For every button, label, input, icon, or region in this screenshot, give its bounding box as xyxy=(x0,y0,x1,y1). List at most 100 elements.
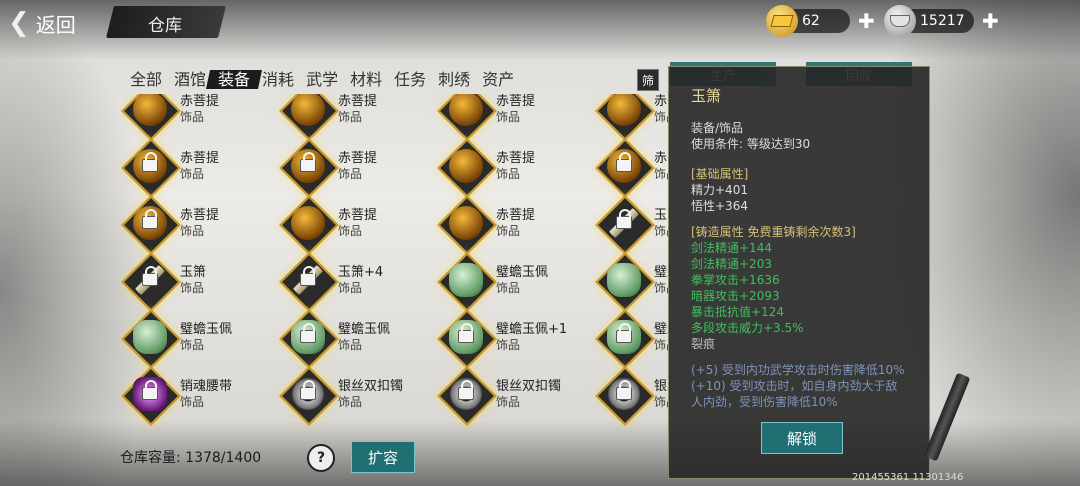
item-slot[interactable]: 银丝双扣镯饰品 xyxy=(278,366,428,426)
item-type: 饰品 xyxy=(180,395,205,409)
jade-item-icon xyxy=(133,320,167,354)
amber-item-icon xyxy=(449,206,483,240)
amber-item-icon xyxy=(449,149,483,183)
lock-icon xyxy=(142,380,158,400)
item-name: 赤菩提 xyxy=(496,208,536,223)
item-slot[interactable]: 银丝双扣镯饰品 xyxy=(436,366,586,426)
item-slot[interactable]: 赤菩提饰品 xyxy=(436,195,586,255)
item-name: 销魂腰带 xyxy=(180,379,233,394)
item-type: 饰品 xyxy=(496,167,521,181)
detail-requirement: 使用条件: 等级达到30 xyxy=(691,137,811,151)
lock-icon xyxy=(616,323,632,343)
item-type: 饰品 xyxy=(496,224,521,238)
tab-item[interactable]: 任务 xyxy=(388,66,432,90)
category-tabs: 全部 酒馆 装备 消耗 武学 材料 任务 刺绣 资产 xyxy=(124,66,520,90)
filter-button[interactable]: 筛 xyxy=(637,69,659,91)
expand-capacity-button[interactable]: 扩容 xyxy=(351,441,415,473)
tab-label: 消耗 xyxy=(262,70,295,89)
item-name: 赤菩提 xyxy=(338,151,378,166)
item-name: 璧蟾玉佩 xyxy=(338,322,391,337)
lock-icon xyxy=(300,266,316,286)
item-type: 饰品 xyxy=(180,110,205,124)
capacity-label: 仓库容量: xyxy=(120,450,181,466)
item-slot[interactable]: 赤菩提饰品 xyxy=(436,94,586,141)
detail-category: 装备/饰品 xyxy=(691,121,744,135)
tab-item[interactable]: 全部 xyxy=(124,66,168,90)
item-type: 饰品 xyxy=(338,110,363,124)
item-slot[interactable]: 赤菩提饰品 xyxy=(120,94,270,141)
item-type: 饰品 xyxy=(338,395,363,409)
tab-label: 资产 xyxy=(482,70,515,89)
tab-label: 全部 xyxy=(130,70,163,89)
item-slot[interactable]: 赤菩提饰品 xyxy=(278,195,428,255)
detail-forge-attr: 暴击抵抗值+124 xyxy=(691,305,784,319)
detail-forge-attr: 多段攻击威力+3.5% xyxy=(691,321,804,335)
item-slot[interactable]: 玉箫饰品 xyxy=(594,195,670,255)
tab-label: 任务 xyxy=(394,70,427,89)
item-slot[interactable]: 赤菩提饰品 xyxy=(594,138,670,198)
add-gold-icon[interactable]: ✚ xyxy=(858,9,875,33)
tab-item[interactable]: 武学 xyxy=(300,66,344,90)
help-button[interactable]: ? xyxy=(307,444,335,472)
item-slot[interactable]: 玉箫+4 饰品 xyxy=(278,252,428,312)
item-slot[interactable]: 赤菩提饰品 xyxy=(594,94,670,141)
add-silver-icon[interactable]: ✚ xyxy=(982,9,999,33)
item-slot[interactable]: 银丝双扣镯饰品 xyxy=(594,366,670,426)
jade-item-icon xyxy=(607,263,641,297)
lock-icon xyxy=(616,152,632,172)
item-type: 饰品 xyxy=(180,281,205,295)
tab-item[interactable]: 装备 xyxy=(212,66,256,90)
lock-icon xyxy=(142,209,158,229)
tab-item[interactable]: 刺绣 xyxy=(432,66,476,90)
lock-icon xyxy=(300,323,316,343)
item-slot[interactable]: 璧蟾玉佩饰品 xyxy=(594,309,670,369)
item-slot[interactable]: 璧蟾玉佩饰品 xyxy=(436,252,586,312)
item-detail-panel: 玉箫 装备/饰品 使用条件: 等级达到30 [基础属性] 精力+401 悟性+3… xyxy=(668,66,930,479)
lock-icon xyxy=(300,152,316,172)
gold-amount: 62 xyxy=(802,13,820,29)
item-slot[interactable]: 赤菩提饰品 xyxy=(120,138,270,198)
detail-base-attr: 精力+401 xyxy=(691,183,748,197)
item-slot[interactable]: 璧蟾玉佩饰品 xyxy=(278,309,428,369)
item-type: 饰品 xyxy=(496,338,521,352)
item-slot[interactable]: 璧蟾玉佩饰品 xyxy=(594,252,670,312)
detail-effect: 人内劲，受到伤害降低10% xyxy=(691,395,838,409)
item-slot[interactable]: 赤菩提饰品 xyxy=(278,94,428,141)
chevron-left-icon: ❮ xyxy=(8,8,30,38)
item-slot[interactable]: 璧蟾玉佩饰品 xyxy=(120,309,270,369)
detail-effect: (+5) 受到内功武学攻击时伤害降低10% xyxy=(691,363,905,377)
tab-label: 武学 xyxy=(306,70,339,89)
capacity-value: 1378/1400 xyxy=(185,450,262,466)
bottom-stat-text: 201455361 11301346 xyxy=(852,472,964,483)
gold-ingot-icon xyxy=(766,5,798,37)
item-slot[interactable]: 赤菩提饰品 xyxy=(120,195,270,255)
tab-item[interactable]: 消耗 xyxy=(256,66,300,90)
capacity-readout: 仓库容量: 1378/1400 xyxy=(120,447,261,467)
lock-icon xyxy=(616,380,632,400)
item-slot[interactable]: 赤菩提饰品 xyxy=(436,138,586,198)
item-name: 赤菩提 xyxy=(180,94,220,109)
item-name: 璧蟾玉佩 xyxy=(496,265,549,280)
item-slot[interactable]: 璧蟾玉佩+1 饰品 xyxy=(436,309,586,369)
tab-item[interactable]: 材料 xyxy=(344,66,388,90)
detail-forge-attr: 暗器攻击+2093 xyxy=(691,289,780,303)
tab-item[interactable]: 资产 xyxy=(476,66,520,90)
unlock-button[interactable]: 解锁 xyxy=(761,422,843,454)
item-type: 饰品 xyxy=(338,167,363,181)
item-type: 饰品 xyxy=(338,338,363,352)
detail-base-header: [基础属性] xyxy=(691,167,749,181)
tab-label: 刺绣 xyxy=(438,70,471,89)
item-grid: 赤菩提饰品赤菩提饰品赤菩提饰品赤菩提饰品赤菩提饰品赤菩提饰品赤菩提饰品赤菩提饰品… xyxy=(120,94,670,434)
item-name: 玉箫 xyxy=(180,265,207,280)
detail-forge-attr: 拳掌攻击+1636 xyxy=(691,273,780,287)
silver-currency: 15217 ✚ xyxy=(884,5,999,37)
back-button[interactable]: ❮ 返回 xyxy=(8,6,76,40)
item-type: 饰品 xyxy=(338,224,363,238)
back-label: 返回 xyxy=(35,12,76,37)
lock-icon xyxy=(300,380,316,400)
silver-amount: 15217 xyxy=(920,13,965,29)
item-slot[interactable]: 玉箫饰品 xyxy=(120,252,270,312)
item-type: 饰品 xyxy=(180,224,205,238)
item-slot[interactable]: 赤菩提饰品 xyxy=(278,138,428,198)
item-slot[interactable]: 销魂腰带 饰品 xyxy=(120,366,270,426)
